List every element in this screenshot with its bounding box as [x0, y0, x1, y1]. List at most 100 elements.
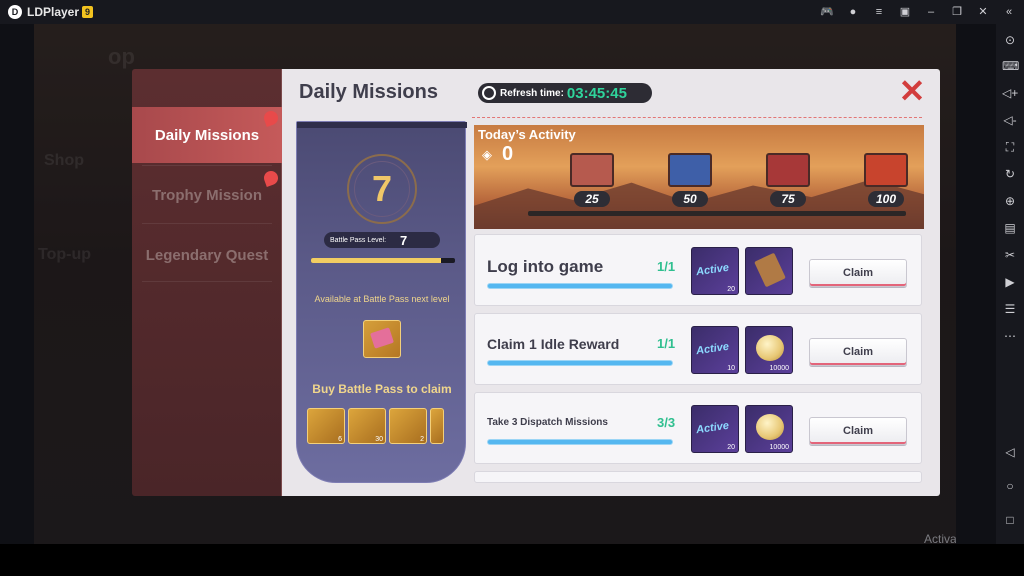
mission-count: 1/1 — [657, 259, 676, 274]
menu-icon[interactable]: ≡ — [872, 5, 886, 19]
window-controls: 🎮 ● ≡ ▣ – ❐ ✕ « — [820, 0, 1016, 24]
sync-icon[interactable]: ☰ — [1002, 301, 1018, 317]
progress-fill — [311, 258, 441, 263]
keyboard-icon[interactable]: ⌨ — [1002, 58, 1019, 74]
activity-gem-icon: ◈ — [482, 147, 492, 162]
ticket-reward[interactable] — [745, 247, 793, 295]
activity-banner: Today’s Activity ◈ 0 25 50 75 100 — [474, 125, 924, 229]
activate-watermark: Activa — [924, 532, 956, 544]
reward-label: Active — [695, 261, 730, 279]
mission-progress-bar — [487, 439, 673, 445]
fullscreen-icon[interactable]: ⛶ — [1002, 139, 1018, 155]
next-level-reward[interactable] — [363, 320, 401, 358]
back-icon[interactable]: ◁ — [1002, 444, 1018, 460]
mission-row: Take 3 Dispatch Missions 3/3 Active 20 1… — [474, 392, 922, 464]
daily-missions-dialog: Daily Missions Trophy Mission Legendary … — [132, 69, 940, 496]
reward-label: Active — [695, 419, 730, 437]
close-icon[interactable]: ✕ — [898, 75, 926, 107]
volume-up-icon[interactable]: ◁+ — [1002, 85, 1018, 101]
mission-progress-bar — [487, 283, 673, 289]
record-icon[interactable]: ▶ — [1002, 274, 1018, 290]
reward-item[interactable]: 6 — [307, 408, 345, 444]
milestone-label: 75 — [770, 191, 806, 207]
item-count: 30 — [375, 436, 383, 443]
tab-trophy-mission[interactable]: Trophy Mission — [132, 167, 282, 223]
account-icon[interactable]: ● — [846, 5, 860, 19]
settings-icon[interactable]: ⊙ — [1002, 32, 1018, 48]
screen-icon[interactable]: ▣ — [898, 5, 912, 19]
level-value: 7 — [400, 232, 408, 248]
claim-button[interactable]: Claim — [809, 417, 907, 445]
mission-row-partial — [474, 471, 922, 483]
mission-name: Claim 1 Idle Reward — [487, 336, 620, 352]
gamepad-icon[interactable]: 🎮 — [820, 5, 834, 19]
app-name: LDPlayer — [27, 5, 80, 19]
bottom-bar — [0, 544, 1024, 576]
reward-count: 10000 — [769, 365, 789, 372]
chest-icon[interactable] — [570, 153, 614, 187]
milestone-label: 50 — [672, 191, 708, 207]
reward-item[interactable]: 2 — [389, 408, 427, 444]
level-label: Battle Pass Level: — [330, 236, 387, 244]
tab-legendary-quest[interactable]: Legendary Quest — [132, 227, 282, 283]
activity-title: Today’s Activity — [478, 127, 576, 142]
scissors-icon[interactable]: ✂ — [1002, 247, 1018, 263]
claim-button[interactable]: Claim — [809, 259, 907, 287]
level-number: 7 — [354, 161, 410, 217]
mission-count: 3/3 — [657, 415, 676, 430]
buy-battle-pass-text[interactable]: Buy Battle Pass to claim — [297, 382, 467, 396]
tab-label: Daily Missions — [154, 126, 260, 144]
collapse-sidebar-icon[interactable]: « — [1002, 5, 1016, 19]
active-points-reward[interactable]: Active 10 — [691, 326, 739, 374]
install-apk-icon[interactable]: ⊕ — [1002, 193, 1018, 209]
gold-reward[interactable]: 10000 — [745, 326, 793, 374]
tab-daily-missions[interactable]: Daily Missions — [132, 107, 282, 163]
clock-icon — [482, 86, 496, 100]
reward-item[interactable] — [430, 408, 444, 444]
more-icon[interactable]: ⋯ — [1002, 328, 1018, 344]
gold-coin-icon — [756, 414, 784, 440]
page-title: Daily Missions — [299, 81, 438, 103]
restore-icon[interactable]: ❐ — [950, 5, 964, 19]
active-points-reward[interactable]: Active 20 — [691, 405, 739, 453]
ldplayer-logo-icon: D — [8, 5, 22, 19]
reward-item[interactable]: 30 — [348, 408, 386, 444]
milestone-label: 25 — [574, 191, 610, 207]
milestone-label: 100 — [868, 191, 904, 207]
level-progress-bar — [311, 258, 455, 263]
item-count: 6 — [338, 436, 342, 443]
game-viewport: Shop Top-up op Daily Missions Trophy Mis… — [34, 24, 956, 544]
apk-icon[interactable]: ▤ — [1002, 220, 1018, 236]
home-icon[interactable]: ○ — [1002, 478, 1018, 494]
claim-button[interactable]: Claim — [809, 338, 907, 366]
mission-row: Claim 1 Idle Reward 1/1 Active 10 10000 … — [474, 313, 922, 385]
gold-reward[interactable]: 10000 — [745, 405, 793, 453]
emulator-toolbar: ⊙ ⌨ ◁+ ◁- ⛶ ↻ ⊕ ▤ ✂ ▶ ☰ ⋯ ◁ ○ □ — [996, 24, 1024, 544]
active-points-reward[interactable]: Active 20 — [691, 247, 739, 295]
notification-pin-icon — [262, 169, 280, 187]
gold-coin-icon — [756, 335, 784, 361]
next-level-text: Available at Battle Pass next level — [314, 294, 450, 304]
chest-icon[interactable] — [766, 153, 810, 187]
close-window-icon[interactable]: ✕ — [976, 5, 990, 19]
version-badge: 9 — [82, 6, 94, 18]
reward-count: 10 — [727, 365, 735, 372]
tab-label: Legendary Quest — [145, 246, 269, 264]
activity-progress-track — [528, 211, 906, 216]
item-count: 2 — [420, 436, 424, 443]
mission-tabs: Daily Missions Trophy Mission Legendary … — [132, 69, 282, 496]
missions-panel: Daily Missions Refresh time: 03:45:45 ✕ … — [282, 69, 940, 496]
refresh-label: Refresh time: — [500, 87, 564, 99]
chest-icon[interactable] — [864, 153, 908, 187]
mission-name: Log into game — [487, 257, 604, 276]
recents-icon[interactable]: □ — [1002, 512, 1018, 528]
minimize-icon[interactable]: – — [924, 5, 938, 19]
mission-progress-bar — [487, 360, 673, 366]
panel-header-strip — [297, 122, 467, 128]
rotate-icon[interactable]: ↻ — [1002, 166, 1018, 182]
mission-row: Log into game 1/1 Active 20 Claim — [474, 234, 922, 306]
ticket-icon — [754, 252, 786, 288]
chest-icon[interactable] — [668, 153, 712, 187]
activity-score: 0 — [502, 143, 514, 165]
volume-down-icon[interactable]: ◁- — [1002, 112, 1018, 128]
